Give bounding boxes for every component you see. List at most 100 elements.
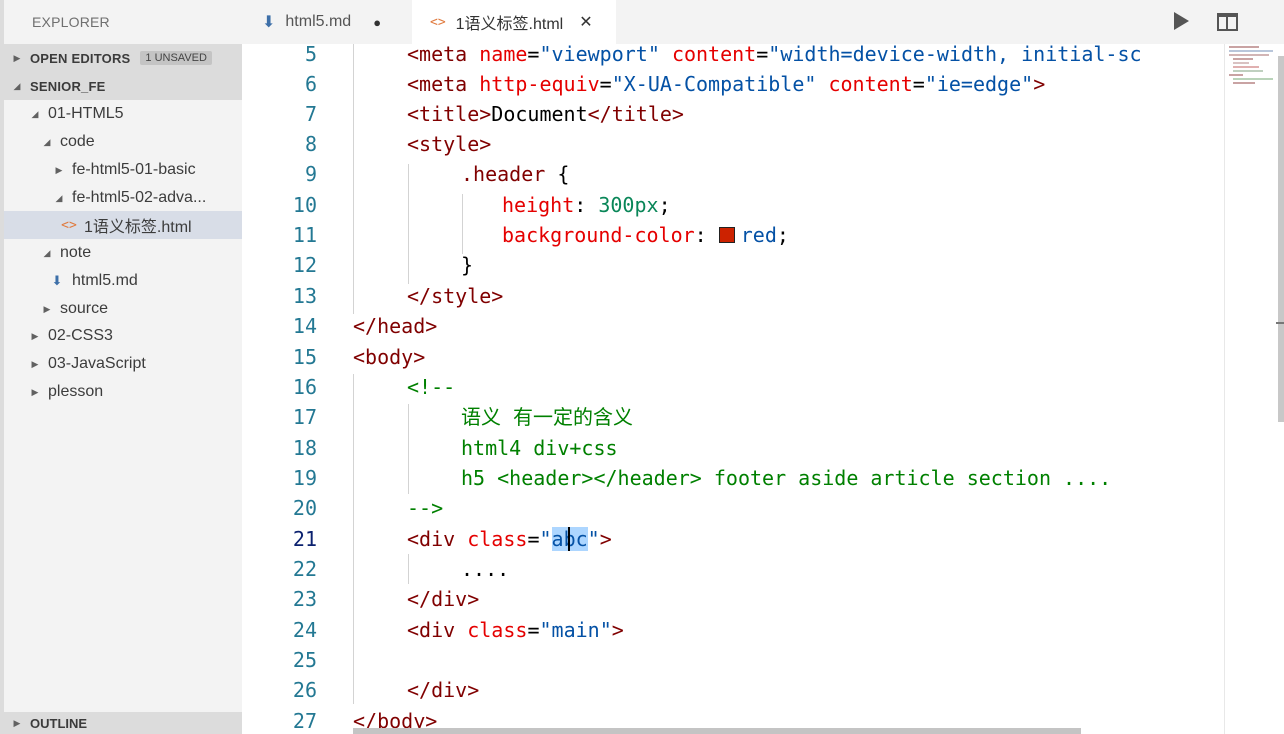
chevron-right-icon: ▶	[13, 52, 21, 63]
minimap[interactable]	[1224, 44, 1280, 734]
line-number: 17	[292, 405, 317, 429]
outline-label: OUTLINE	[30, 715, 88, 731]
line-number: 21	[292, 527, 317, 551]
chevron-right-icon: ▶	[31, 358, 39, 369]
code-line-7: <title>Document</title>	[407, 102, 684, 126]
tree-item-label: fe-html5-01-basic	[72, 161, 196, 178]
indent-guide	[353, 44, 354, 314]
explorer-title: EXPLORER	[32, 14, 110, 30]
code-line-16: <!--	[407, 375, 456, 399]
code-line-26: </div>	[407, 678, 480, 702]
tree-folder-code[interactable]: ◢ code	[4, 128, 242, 156]
line-number: 14	[292, 314, 317, 338]
outline-section[interactable]: ▶ OUTLINE	[4, 712, 242, 734]
tab-label: html5.md	[285, 13, 352, 30]
code-line-11: background-color: red;	[502, 223, 789, 247]
unsaved-dot-icon[interactable]: ●	[373, 15, 381, 30]
markdown-file-icon: ⬇	[51, 273, 63, 288]
tree-folder-03-javascript[interactable]: ▶ 03-JavaScript	[4, 350, 242, 378]
code-line-19: h5 <header></header> footer aside articl…	[461, 466, 1112, 490]
minimap-line	[1229, 46, 1259, 48]
horizontal-scrollbar[interactable]	[353, 728, 1081, 734]
tree-item-label: 03-JavaScript	[48, 355, 146, 372]
code-line-18: html4 div+css	[461, 436, 618, 460]
chevron-right-icon: ▶	[55, 164, 63, 175]
workspace-root-section[interactable]: ◢ SENIOR_FE	[4, 72, 242, 100]
line-number: 10	[292, 193, 317, 217]
code-line-5: <meta name="viewport" content="width=dev…	[407, 44, 1142, 66]
tree-folder-01-html5[interactable]: ◢ 01-HTML5	[4, 100, 242, 128]
chevron-down-icon: ◢	[13, 80, 21, 91]
tree-item-label: note	[60, 244, 92, 261]
markdown-file-icon: ⬇	[262, 14, 276, 31]
play-icon[interactable]	[1174, 12, 1189, 30]
html-file-icon: <>	[61, 217, 77, 233]
line-number: 20	[292, 496, 317, 520]
code-line-6: <meta http-equiv="X-UA-Compatible" conte…	[407, 72, 1046, 96]
tab-label: 1语义标签.html	[455, 16, 564, 33]
minimap-line	[1229, 50, 1273, 52]
tree-item-label: source	[60, 300, 109, 317]
tree-folder-fe-html5-01-basic[interactable]: ▶ fe-html5-01-basic	[4, 156, 242, 184]
line-number: 6	[304, 72, 317, 96]
tree-folder-fe-html5-02-advanced[interactable]: ◢ fe-html5-02-adva...	[4, 184, 242, 212]
explorer-sidebar: EXPLORER ▶ OPEN EDITORS 1 UNSAVED ◢ SENI…	[0, 0, 242, 734]
minimap-line	[1233, 70, 1263, 72]
line-number: 7	[304, 102, 317, 126]
tree-folder-plesson[interactable]: ▶ plesson	[4, 378, 242, 406]
tree-item-label: html5.md	[72, 272, 138, 289]
tree-folder-02-css3[interactable]: ▶ 02-CSS3	[4, 322, 242, 350]
line-number: 15	[292, 345, 317, 369]
tab-html5-md[interactable]: ⬇ html5.md ●	[242, 0, 412, 44]
indent-guide	[353, 374, 354, 704]
tree-folder-note[interactable]: ◢ note	[4, 239, 242, 267]
line-number: 27	[292, 709, 317, 733]
minimap-line	[1233, 78, 1273, 80]
line-number: 8	[304, 132, 317, 156]
chevron-down-icon: ◢	[43, 136, 51, 147]
line-number: 9	[304, 162, 317, 186]
code-line-8: <style>	[407, 132, 492, 156]
html-file-icon: <>	[430, 14, 446, 30]
tree-item-label: plesson	[48, 383, 104, 400]
tab-semantic-tags-html[interactable]: <> 1语义标签.html ✕	[412, 0, 616, 44]
open-editors-section[interactable]: ▶ OPEN EDITORS 1 UNSAVED	[4, 44, 242, 72]
split-editor-icon[interactable]	[1217, 13, 1238, 31]
code-line-10: height: 300px;	[502, 193, 671, 217]
line-number: 19	[292, 466, 317, 490]
line-number: 26	[292, 678, 317, 702]
chevron-right-icon: ▶	[31, 386, 39, 397]
code-line-23: </div>	[407, 587, 480, 611]
tree-file-html5-md[interactable]: ⬇ html5.md	[4, 267, 242, 295]
chevron-down-icon: ◢	[31, 108, 39, 119]
workspace-root-label: SENIOR_FE	[30, 78, 106, 94]
line-number: 23	[292, 587, 317, 611]
code-line-14: </head>	[353, 314, 438, 338]
tree-file-semantic-tags-html[interactable]: <> 1语义标签.html	[4, 211, 242, 239]
line-number: 12	[292, 253, 317, 277]
line-number: 5	[304, 44, 317, 66]
code-line-17: 语义 有一定的含义	[461, 405, 634, 429]
chevron-right-icon: ▶	[43, 303, 51, 314]
tree-item-label: 1语义标签.html	[84, 219, 192, 236]
indent-guide	[462, 194, 463, 254]
line-number: 16	[292, 375, 317, 399]
code-editor[interactable]: 5 6 7 8 9 10 11 12 13 14 15 16 17 18 19 20 21 22 23 24 25 26 2…	[242, 44, 1284, 734]
minimap-line	[1233, 82, 1255, 84]
minimap-line	[1233, 58, 1253, 60]
code-line-15: <body>	[353, 345, 426, 369]
close-icon[interactable]: ✕	[579, 12, 592, 32]
line-number: 22	[292, 557, 317, 581]
code-line-21: <div class="abc">	[407, 527, 612, 551]
open-editors-label: OPEN EDITORS	[30, 50, 131, 66]
minimap-line	[1233, 62, 1249, 64]
unsaved-badge: 1 UNSAVED	[140, 51, 212, 65]
line-number: 25	[292, 648, 317, 672]
minimap-line	[1229, 54, 1269, 56]
indent-guide	[408, 404, 409, 494]
vertical-scrollbar[interactable]	[1278, 56, 1284, 422]
tree-item-label: 02-CSS3	[48, 327, 113, 344]
color-swatch-icon[interactable]	[718, 227, 735, 243]
tree-folder-source[interactable]: ▶ source	[4, 295, 242, 323]
indent-guide	[408, 164, 409, 284]
